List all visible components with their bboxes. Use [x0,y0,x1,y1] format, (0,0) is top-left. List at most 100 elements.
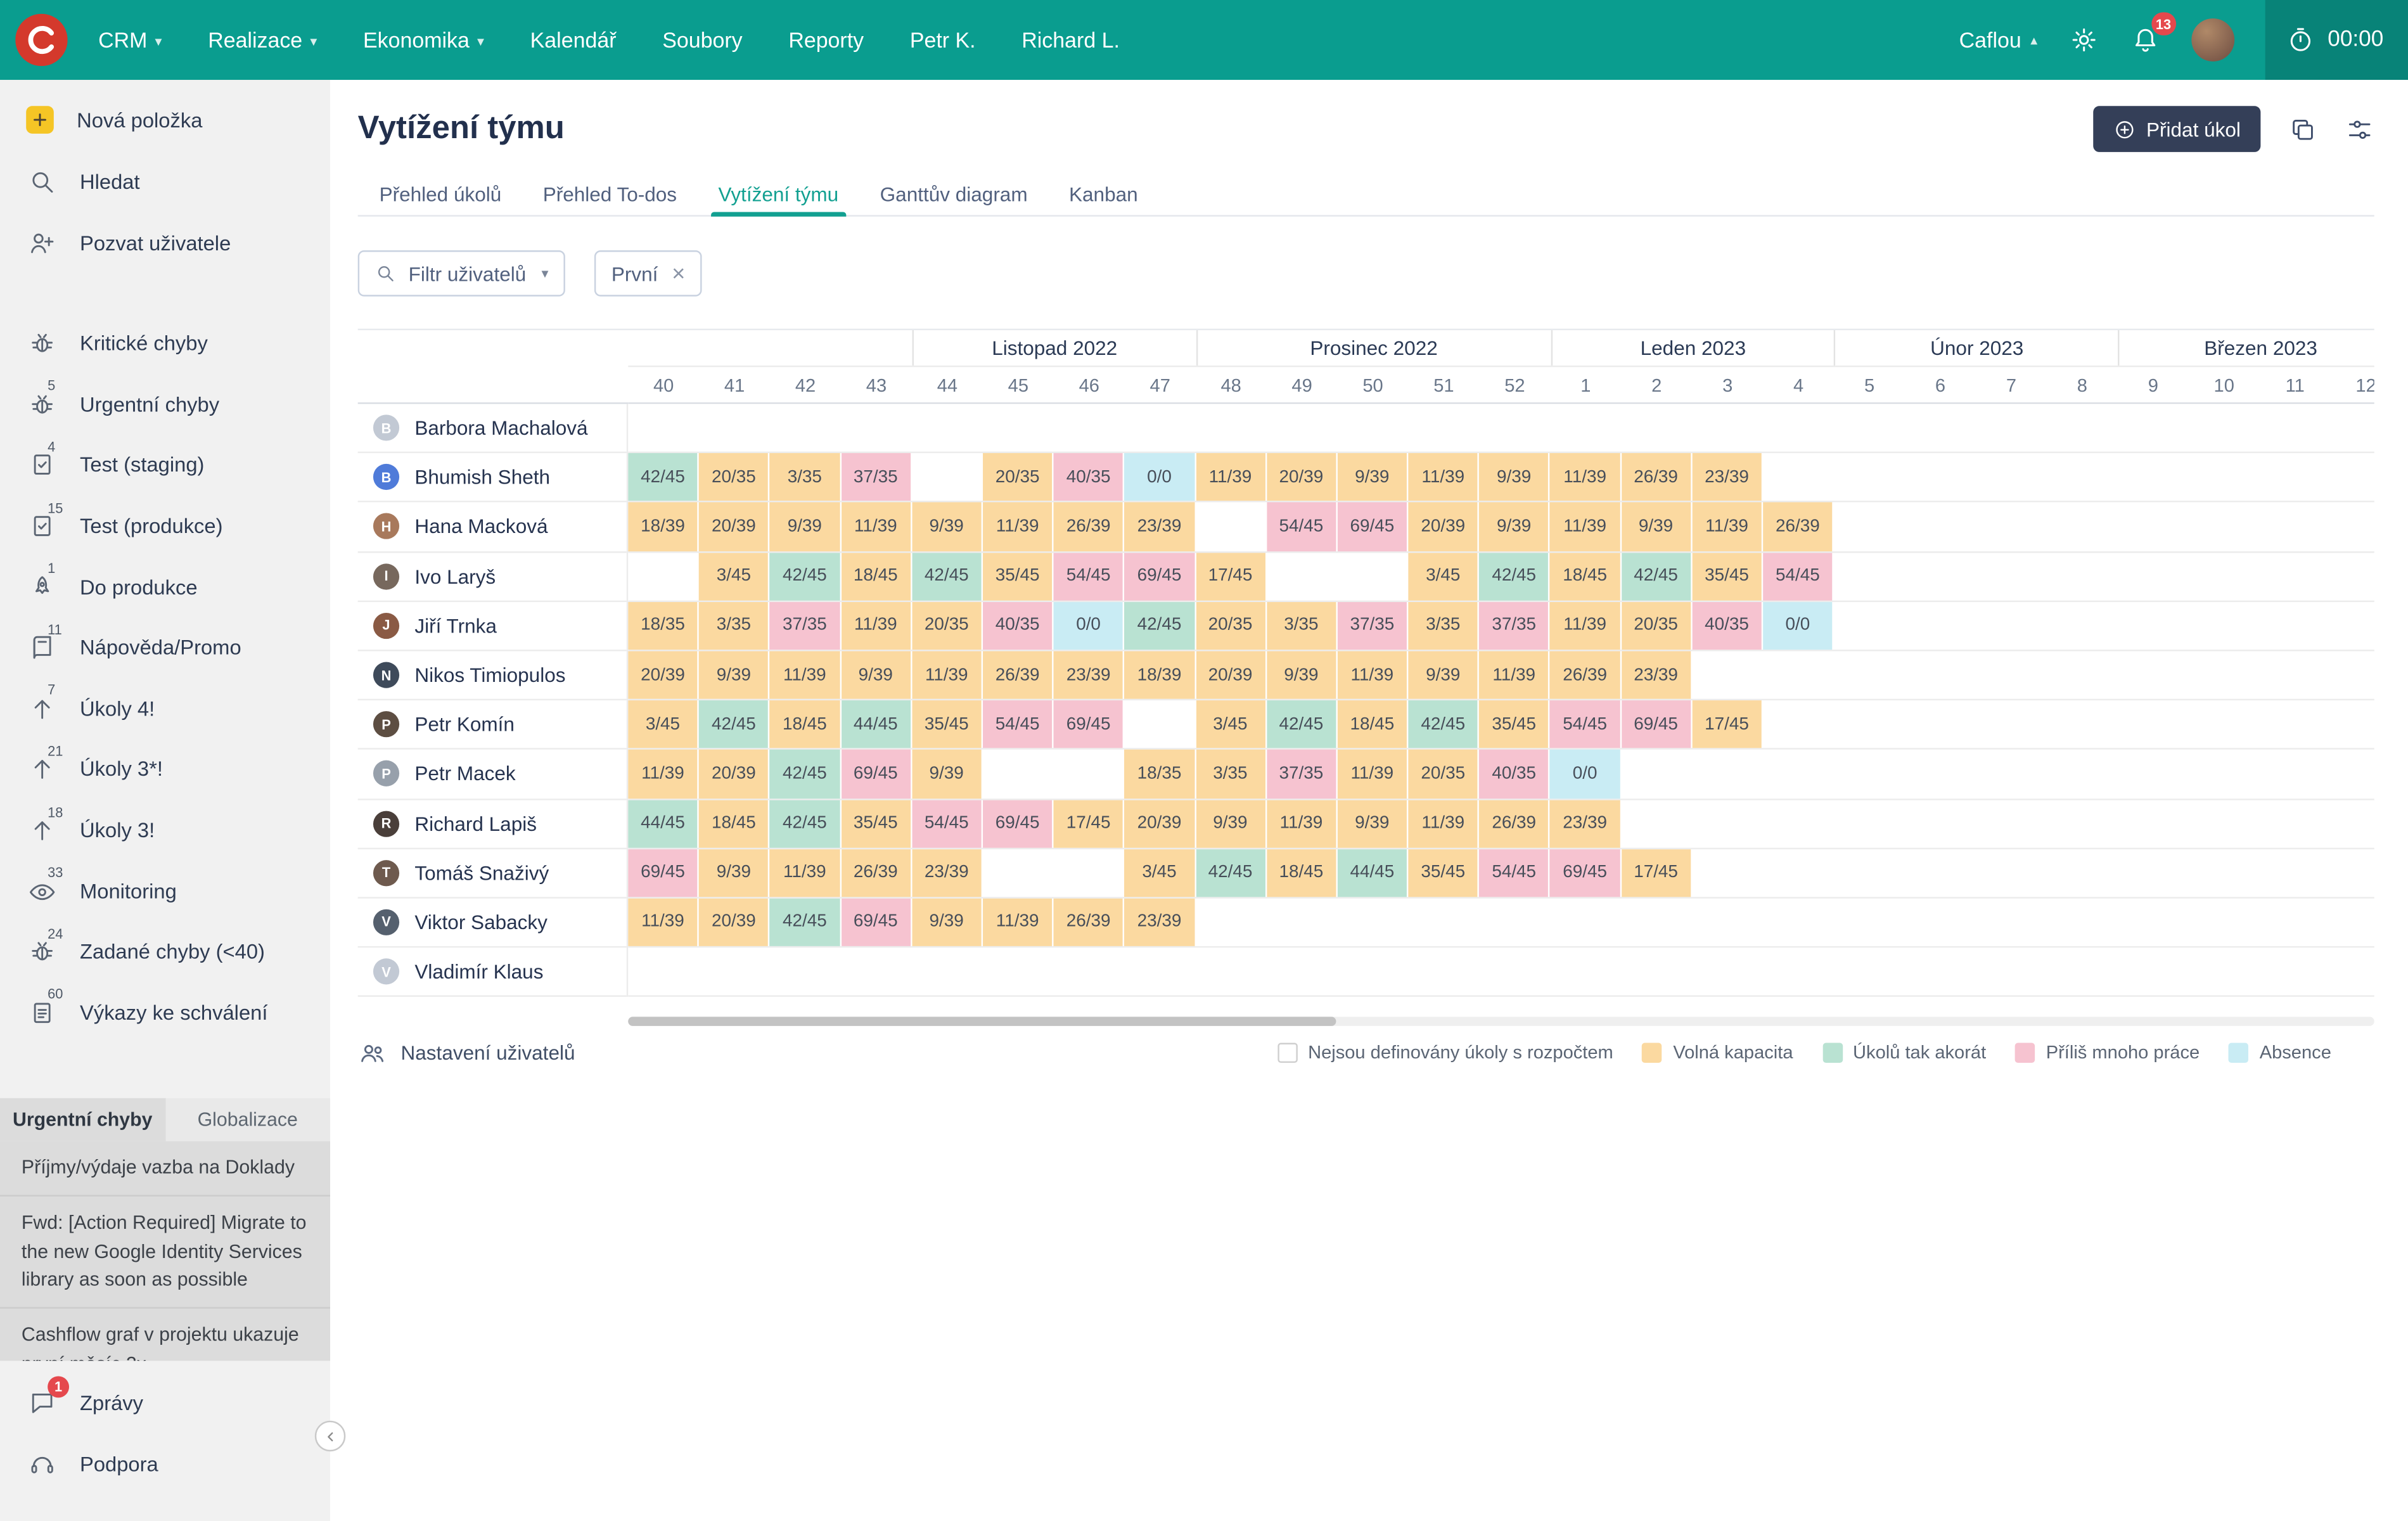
utilization-cell[interactable]: 69/45 [628,849,699,897]
member-row-bhumish-sheth[interactable]: BBhumish Sheth [358,453,627,503]
member-row-viktor-sabacky[interactable]: VViktor Sabacky [358,898,627,947]
utilization-cell-empty[interactable] [2331,552,2374,600]
utilization-cell[interactable]: 3/35 [699,601,770,650]
user-filter-dropdown[interactable]: Filtr uživatelů ▾ [358,250,565,297]
utilization-cell[interactable]: 35/45 [1479,700,1550,748]
utilization-cell-empty[interactable] [983,849,1054,897]
utilization-cell-empty[interactable] [1834,503,1905,551]
utilization-cell-empty[interactable] [1976,898,2047,946]
utilization-cell-empty[interactable] [1976,750,2047,798]
utilization-cell-empty[interactable] [1409,898,1480,946]
utilization-cell[interactable]: 54/45 [1054,552,1125,600]
utilization-cell[interactable]: 9/39 [841,651,912,699]
utilization-cell[interactable]: 54/45 [1550,700,1621,748]
nav-item-soubory[interactable]: Soubory [662,28,742,53]
utilization-cell-empty[interactable] [1905,799,1976,847]
utilization-cell[interactable]: 17/45 [1054,799,1125,847]
utilization-cell-empty[interactable] [1976,601,2047,650]
utilization-cell-empty[interactable] [1267,552,1338,600]
utilization-cell-empty[interactable] [2189,947,2260,996]
utilization-cell[interactable]: 9/39 [1479,503,1550,551]
utilization-cell[interactable]: 9/39 [699,849,770,897]
utilization-cell-empty[interactable] [1905,453,1976,501]
utilization-cell[interactable]: 3/45 [1409,552,1480,600]
utilization-cell-empty[interactable] [2047,453,2118,501]
member-row-petr-macek[interactable]: PPetr Macek [358,750,627,799]
utilization-cell-empty[interactable] [1763,947,1834,996]
utilization-cell-empty[interactable] [1834,552,1905,600]
utilization-cell[interactable]: 11/39 [1267,799,1338,847]
sidebar-item-monitoring[interactable]: 33Monitoring [0,861,330,921]
utilization-cell-empty[interactable] [1976,947,2047,996]
remove-chip-icon[interactable]: × [672,262,685,285]
utilization-cell[interactable]: 54/45 [1267,503,1338,551]
utilization-cell[interactable]: 11/39 [1338,750,1409,798]
sidebar-item-koly-3[interactable]: 18Úkoly 3! [0,800,330,861]
member-row-nikos-timiopulos[interactable]: NNikos Timiopulos [358,651,627,700]
utilization-cell-empty[interactable] [2260,404,2331,452]
utilization-cell[interactable]: 11/39 [628,750,699,798]
utilization-cell-empty[interactable] [2118,947,2189,996]
utilization-cell-empty[interactable] [699,404,770,452]
nav-item-realizace[interactable]: Realizace▾ [208,28,317,53]
utilization-cell[interactable]: 26/39 [1550,651,1621,699]
utilization-cell-empty[interactable] [1763,453,1834,501]
utilization-cell-empty[interactable] [2260,700,2331,748]
utilization-cell[interactable]: 69/45 [1621,700,1692,748]
utilization-cell[interactable]: 42/45 [699,700,770,748]
utilization-cell[interactable]: 9/39 [912,503,983,551]
utilization-cell[interactable]: 18/45 [1550,552,1621,600]
utilization-cell[interactable]: 42/45 [770,799,841,847]
utilization-cell[interactable]: 3/45 [699,552,770,600]
utilization-cell[interactable]: 37/35 [770,601,841,650]
utilization-cell[interactable]: 69/45 [1054,700,1125,748]
utilization-cell[interactable]: 26/39 [983,651,1054,699]
utilization-cell-empty[interactable] [841,404,912,452]
view-settings-button[interactable] [2345,115,2374,144]
add-task-button[interactable]: Přidat úkol [2092,106,2260,152]
utilization-cell-empty[interactable] [2047,799,2118,847]
utilization-cell-empty[interactable] [983,750,1054,798]
notifications-button[interactable]: 13 [2130,25,2160,55]
utilization-cell-empty[interactable] [1479,404,1550,452]
utilization-cell-empty[interactable] [1550,404,1621,452]
tab-vyt-en-t-mu[interactable]: Vytížení týmu [719,172,839,215]
utilization-cell[interactable]: 42/45 [770,898,841,946]
utilization-cell-empty[interactable] [2260,651,2331,699]
utilization-cell[interactable]: 9/39 [912,898,983,946]
utilization-cell-empty[interactable] [628,404,699,452]
utilization-cell[interactable]: 18/45 [699,799,770,847]
user-avatar[interactable] [2191,18,2234,61]
utilization-cell-empty[interactable] [628,552,699,600]
utilization-cell[interactable]: 18/35 [1125,750,1196,798]
utilization-cell[interactable]: 23/39 [1125,898,1196,946]
utilization-cell[interactable]: 20/39 [699,898,770,946]
utilization-cell-empty[interactable] [841,947,912,996]
sidebar-item-do-produkce[interactable]: 1Do produkce [0,556,330,617]
utilization-cell-empty[interactable] [1905,750,1976,798]
utilization-cell-empty[interactable] [1763,651,1834,699]
utilization-cell-empty[interactable] [2189,700,2260,748]
utilization-cell[interactable]: 11/39 [1196,453,1267,501]
utilization-cell[interactable]: 26/39 [1054,503,1125,551]
utilization-cell[interactable]: 9/39 [1479,453,1550,501]
utilization-cell-empty[interactable] [2260,849,2331,897]
sidebar-note-item[interactable]: Fwd: [Action Required] Migrate to the ne… [0,1196,330,1309]
utilization-cell-empty[interactable] [1976,700,2047,748]
sidebar-item-test-staging[interactable]: 4Test (staging) [0,435,330,496]
utilization-cell[interactable]: 44/45 [841,700,912,748]
utilization-cell[interactable]: 20/39 [1196,651,1267,699]
member-row-vladim-r-klaus[interactable]: VVladimír Klaus [358,947,627,997]
workspace-switcher[interactable]: Caflou ▴ [1959,28,2038,53]
utilization-cell-empty[interactable] [2118,651,2189,699]
utilization-cell-empty[interactable] [1267,404,1338,452]
utilization-cell[interactable]: 69/45 [1338,503,1409,551]
utilization-cell-empty[interactable] [2047,750,2118,798]
utilization-cell[interactable]: 69/45 [841,750,912,798]
member-row-richard-lapi[interactable]: RRichard Lapiš [358,799,627,849]
utilization-cell-empty[interactable] [1834,799,1905,847]
nav-item-kalend[interactable]: Kalendář [530,28,617,53]
nav-item-reporty[interactable]: Reporty [788,28,864,53]
sidebar-note-item[interactable]: Příjmy/výdaje vazba na Doklady [0,1141,330,1197]
utilization-cell-empty[interactable] [2047,898,2118,946]
